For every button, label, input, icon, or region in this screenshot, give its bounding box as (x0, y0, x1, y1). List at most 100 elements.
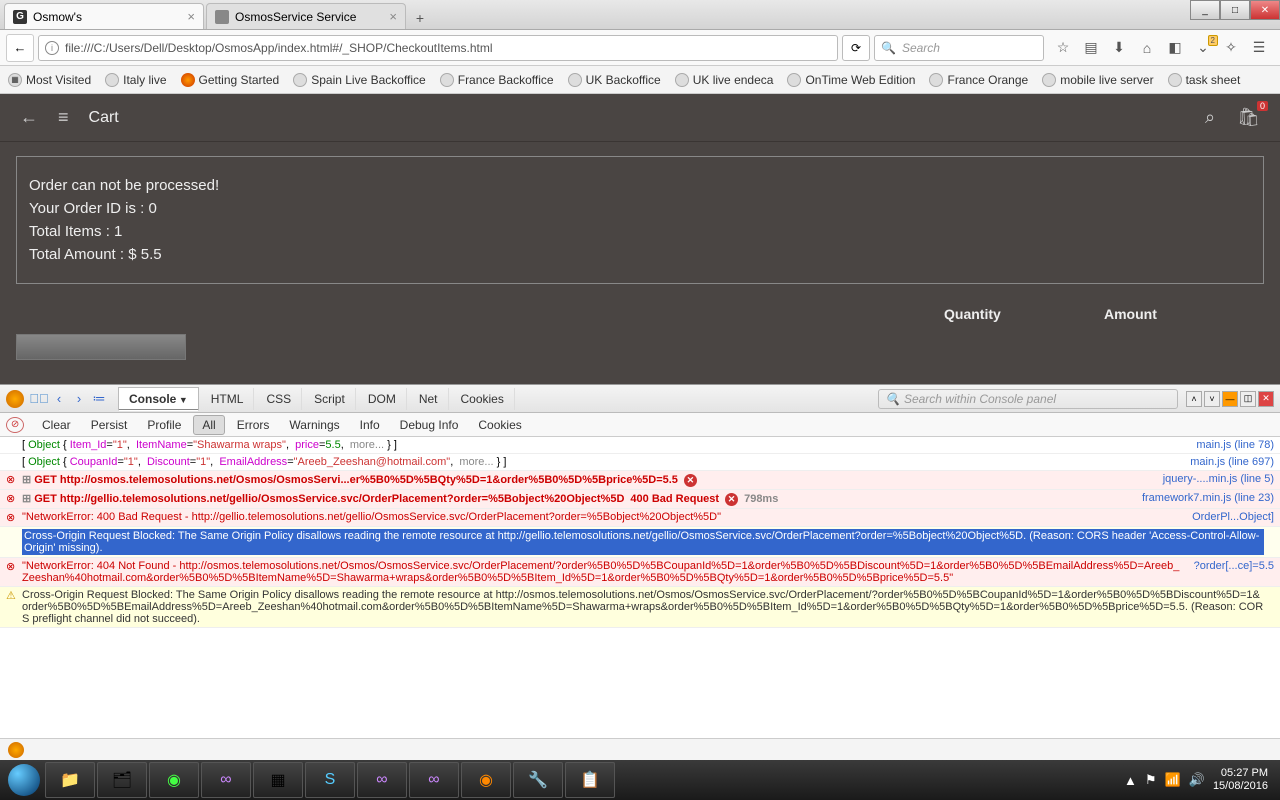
devtools-popout[interactable]: ◫ (1240, 391, 1256, 407)
bookmark-star-icon[interactable]: ☆ (1054, 39, 1072, 57)
devtools-minimize[interactable]: — (1222, 391, 1238, 407)
console-row[interactable]: Cross-Origin Request Blocked: The Same O… (0, 587, 1280, 628)
bookmark-item[interactable]: France Orange (929, 73, 1028, 87)
taskbar-skype[interactable]: S (305, 762, 355, 798)
taskbar-app[interactable]: 🗂 (97, 762, 147, 798)
app-list-icon[interactable]: ≡ (58, 107, 69, 128)
taskbar-explorer[interactable]: 📁 (45, 762, 95, 798)
app-header: ← ≡ Cart ⌕ 🛍 0 (0, 94, 1280, 142)
firebug-icon[interactable] (6, 390, 24, 408)
console-row[interactable]: "NetworkError: 400 Bad Request - http://… (0, 509, 1280, 527)
addon-icon[interactable]: ✧ (1222, 39, 1240, 57)
devtools-tab-dom[interactable]: DOM (358, 388, 407, 410)
devtools-tab-html[interactable]: HTML (201, 388, 255, 410)
bookmark-item[interactable]: Italy live (105, 73, 166, 87)
nav-prev-icon[interactable]: ‹ (50, 390, 68, 408)
app-search-icon[interactable]: ⌕ (1205, 107, 1215, 128)
devtools-tab-console[interactable]: Console (118, 387, 199, 411)
bookmark-item[interactable]: France Backoffice (440, 73, 554, 87)
bookmark-item[interactable]: UK Backoffice (568, 73, 661, 87)
downloads-icon[interactable]: ⬇ (1110, 39, 1128, 57)
sidebar-icon[interactable]: ◧ (1166, 39, 1184, 57)
reload-button[interactable]: ⟳ (842, 35, 870, 61)
browser-tab[interactable]: G Osmow's × (4, 3, 204, 29)
tray-flag-icon[interactable]: ⚑ (1145, 772, 1157, 788)
taskbar-app3[interactable]: 🔧 (513, 762, 563, 798)
console-row[interactable]: Cross-Origin Request Blocked: The Same O… (0, 527, 1280, 558)
app-back-icon[interactable]: ← (20, 107, 38, 128)
firebug-status-icon[interactable] (8, 742, 24, 758)
console-row[interactable]: [ Object { Item_Id="1", ItemName="Shawar… (0, 437, 1280, 454)
console-row[interactable]: [ Object { CoupanId="1", Discount="1", E… (0, 454, 1280, 471)
console-filter-all[interactable]: All (193, 415, 224, 435)
bookmark-item[interactable]: Getting Started (181, 73, 280, 87)
system-tray: ▲ ⚑ 📶 🔊 05:27 PM 15/08/2016 (1124, 767, 1276, 793)
bookmark-item[interactable]: UK live endeca (675, 73, 774, 87)
reader-icon[interactable]: ▤ (1082, 39, 1100, 57)
nav-list-icon[interactable]: ≔ (90, 390, 108, 408)
devtools-tab-css[interactable]: CSS (256, 388, 302, 410)
console-filter-cookies[interactable]: Cookies (470, 416, 529, 434)
taskbar-vs[interactable]: ∞ (201, 762, 251, 798)
pocket-icon[interactable]: ⌄2 (1194, 39, 1212, 57)
favicon: G (13, 10, 27, 24)
bookmark-item[interactable]: task sheet (1168, 73, 1241, 87)
taskbar-vs2[interactable]: ∞ (357, 762, 407, 798)
window-maximize[interactable]: □ (1220, 0, 1250, 20)
console-persist[interactable]: Persist (83, 416, 136, 434)
taskbar-app2[interactable]: ▦ (253, 762, 303, 798)
home-icon[interactable]: ⌂ (1138, 39, 1156, 57)
search-bar[interactable]: 🔍 Search (874, 35, 1044, 61)
tray-up-icon[interactable]: ▲ (1124, 773, 1137, 788)
menu-icon[interactable]: ☰ (1250, 39, 1268, 57)
bookmark-item[interactable]: OnTime Web Edition (787, 73, 915, 87)
devtools-close[interactable]: ✕ (1258, 391, 1274, 407)
console-filter-errors[interactable]: Errors (229, 416, 278, 434)
taskbar-notepad[interactable]: 📋 (565, 762, 615, 798)
col-amount: Amount (1104, 306, 1264, 322)
bookmark-item[interactable]: mobile live server (1042, 73, 1153, 87)
break-on-error-icon[interactable]: ⊘ (6, 417, 24, 433)
url-bar[interactable]: i file:///C:/Users/Dell/Desktop/OsmosApp… (38, 35, 838, 61)
url-text: file:///C:/Users/Dell/Desktop/OsmosApp/i… (65, 41, 492, 55)
cart-icon[interactable]: 🛍 0 (1237, 107, 1260, 128)
bookmark-item[interactable]: Spain Live Backoffice (293, 73, 426, 87)
console-filter-debug[interactable]: Debug Info (392, 416, 467, 434)
console-log[interactable]: [ Object { Item_Id="1", ItemName="Shawar… (0, 437, 1280, 738)
devtools-tab-net[interactable]: Net (409, 388, 449, 410)
bookmark-item[interactable]: ▦Most Visited (8, 73, 91, 87)
site-info-icon[interactable]: i (45, 41, 59, 55)
nav-back-button[interactable]: ← (6, 34, 34, 62)
cart-count-badge: 0 (1257, 101, 1268, 111)
browser-tabbar: G Osmow's × OsmosService Service × + (0, 0, 1280, 30)
console-filter-info[interactable]: Info (352, 416, 388, 434)
page-content: ← ≡ Cart ⌕ 🛍 0 Order can not be processe… (0, 94, 1280, 384)
devtools-up-icon[interactable]: ˄ (1186, 391, 1202, 407)
taskbar-firefox[interactable]: ◉ (461, 762, 511, 798)
devtools-tab-script[interactable]: Script (304, 388, 356, 410)
tray-volume-icon[interactable]: 🔊 (1189, 772, 1205, 788)
devtools-search[interactable]: 🔍Search within Console panel (878, 389, 1178, 409)
browser-tab[interactable]: OsmosService Service × (206, 3, 406, 29)
tab-close-icon[interactable]: × (187, 9, 195, 24)
console-row[interactable]: "NetworkError: 404 Not Found - http://os… (0, 558, 1280, 587)
tray-clock[interactable]: 05:27 PM 15/08/2016 (1213, 767, 1268, 793)
nav-next-icon[interactable]: › (70, 390, 88, 408)
start-button[interactable] (4, 760, 44, 800)
window-minimize[interactable]: _ (1190, 0, 1220, 20)
taskbar-chrome[interactable]: ◉ (149, 762, 199, 798)
window-close[interactable]: ✕ (1250, 0, 1280, 20)
console-row[interactable]: ⊞GET http://osmos.telemosolutions.net/Os… (0, 471, 1280, 490)
tab-close-icon[interactable]: × (389, 9, 397, 24)
favicon (215, 10, 229, 24)
inspect-icon[interactable]: �⃞ (30, 390, 48, 408)
console-clear[interactable]: Clear (34, 416, 79, 434)
new-tab-button[interactable]: + (408, 7, 432, 29)
taskbar-vs3[interactable]: ∞ (409, 762, 459, 798)
console-filter-warnings[interactable]: Warnings (281, 416, 347, 434)
tray-network-icon[interactable]: 📶 (1165, 772, 1181, 788)
console-profile[interactable]: Profile (139, 416, 189, 434)
devtools-down-icon[interactable]: ˅ (1204, 391, 1220, 407)
devtools-tab-cookies[interactable]: Cookies (451, 388, 515, 410)
console-row[interactable]: ⊞GET http://gellio.telemosolutions.net/g… (0, 490, 1280, 509)
